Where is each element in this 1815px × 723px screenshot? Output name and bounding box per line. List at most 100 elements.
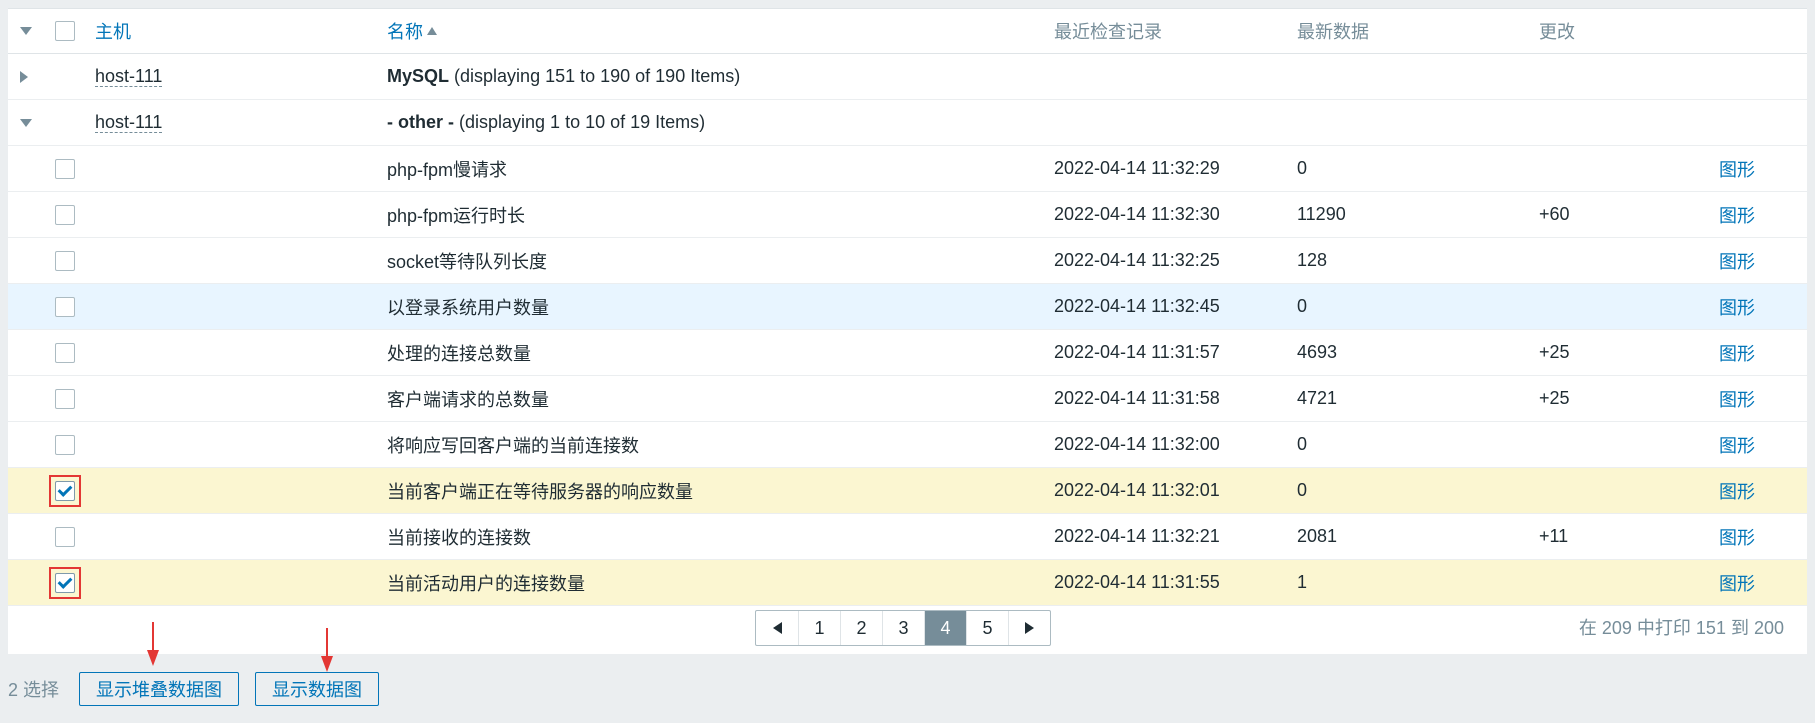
table-row: 处理的连接总数量 2022-04-14 11:31:57 4693 +25 图形: [8, 330, 1807, 376]
row-checkbox[interactable]: [55, 480, 75, 501]
item-name: 将响应写回客户端的当前连接数: [387, 435, 639, 456]
last-check-time: 2022-04-14 11:31:57: [1054, 342, 1220, 362]
row-checkbox[interactable]: [55, 526, 75, 547]
collapse-group-toggle[interactable]: [20, 100, 48, 145]
item-name: 当前接收的连接数: [387, 527, 531, 548]
change-value: +60: [1539, 204, 1570, 224]
triangle-down-icon: [20, 27, 32, 35]
last-check-time: 2022-04-14 11:32:21: [1054, 526, 1220, 546]
host-link[interactable]: host-111: [95, 112, 163, 133]
current-page-button[interactable]: 4: [924, 611, 966, 645]
last-value: 1: [1297, 572, 1308, 592]
last-value: 0: [1297, 296, 1308, 316]
host-link[interactable]: host-111: [95, 66, 163, 87]
group-row: host-111 - other - (displaying 1 to 10 o…: [8, 100, 1807, 146]
triangle-right-icon: [20, 70, 28, 83]
graph-link[interactable]: 图形: [1719, 146, 1755, 191]
selected-count: 2 选择: [8, 680, 60, 700]
row-checkbox[interactable]: [55, 250, 75, 271]
table-row: 客户端请求的总数量 2022-04-14 11:31:58 4721 +25 图…: [8, 376, 1807, 422]
graph-link[interactable]: 图形: [1719, 514, 1755, 559]
table-row: 当前活动用户的连接数量 2022-04-14 11:31:55 1 图形: [8, 560, 1807, 606]
pagination: 1 2 3 4 5: [755, 610, 1051, 646]
red-annotation-arrow: [321, 628, 333, 672]
graph-link[interactable]: 图形: [1719, 376, 1755, 421]
graph-link[interactable]: 图形: [1719, 468, 1755, 513]
next-page-button[interactable]: [1008, 611, 1050, 645]
group-label: - other - (displaying 1 to 10 of 19 Item…: [387, 112, 706, 132]
last-value: 128: [1297, 250, 1328, 270]
table-row: php-fpm运行时长 2022-04-14 11:32:30 11290 +6…: [8, 192, 1807, 238]
last-check-time: 2022-04-14 11:32:45: [1054, 296, 1220, 316]
last-value: 2081: [1297, 526, 1338, 546]
page-button[interactable]: 5: [966, 611, 1008, 645]
graph-link[interactable]: 图形: [1719, 238, 1755, 283]
change-value: +25: [1539, 342, 1570, 362]
sort-ascending-icon: [427, 27, 437, 35]
group-row: host-111 MySQL (displaying 151 to 190 of…: [8, 54, 1807, 100]
row-checkbox[interactable]: [55, 342, 75, 363]
change-column-header: 更改: [1539, 22, 1575, 42]
host-column-header[interactable]: 主机: [95, 9, 131, 53]
last-check-column-header: 最近检查记录: [1054, 22, 1162, 42]
expand-group-toggle[interactable]: [20, 54, 48, 99]
stacked-graph-button[interactable]: 显示堆叠数据图: [79, 672, 239, 706]
row-checkbox[interactable]: [55, 388, 75, 409]
row-checkbox[interactable]: [55, 158, 75, 179]
last-value-column-header: 最新数据: [1297, 22, 1369, 42]
row-checkbox[interactable]: [55, 296, 75, 317]
graph-link[interactable]: 图形: [1719, 560, 1755, 605]
collapse-all-toggle[interactable]: [20, 9, 48, 53]
table-row: 将响应写回客户端的当前连接数 2022-04-14 11:32:00 0 图形: [8, 422, 1807, 468]
row-checkbox[interactable]: [55, 434, 75, 455]
last-value: 4721: [1297, 388, 1338, 408]
group-label: MySQL (displaying 151 to 190 of 190 Item…: [387, 66, 741, 86]
pagination-stats: 在 209 中打印 151 到 200: [1578, 618, 1784, 638]
last-value: 0: [1297, 480, 1308, 500]
select-all-checkbox[interactable]: [55, 21, 75, 41]
item-name: 以登录系统用户数量: [387, 297, 549, 318]
item-name: php-fpm慢请求: [387, 159, 508, 180]
triangle-down-icon: [20, 118, 32, 127]
table-row: 当前客户端正在等待服务器的响应数量 2022-04-14 11:32:01 0 …: [8, 468, 1807, 514]
last-check-time: 2022-04-14 11:32:25: [1054, 250, 1220, 270]
graph-button[interactable]: 显示数据图: [255, 672, 379, 706]
last-value: 11290: [1297, 204, 1346, 224]
item-name: 处理的连接总数量: [387, 343, 531, 364]
last-check-time: 2022-04-14 11:32:00: [1054, 434, 1220, 454]
item-name: 当前活动用户的连接数量: [387, 573, 585, 594]
last-check-time: 2022-04-14 11:32:29: [1054, 158, 1220, 178]
last-value: 4693: [1297, 342, 1338, 362]
change-value: +11: [1539, 526, 1569, 546]
page-button[interactable]: 1: [798, 611, 840, 645]
change-value: +25: [1539, 388, 1570, 408]
table-row: 当前接收的连接数 2022-04-14 11:32:21 2081 +11 图形: [8, 514, 1807, 560]
last-check-time: 2022-04-14 11:31:55: [1054, 572, 1220, 592]
graph-link[interactable]: 图形: [1719, 284, 1755, 329]
last-check-time: 2022-04-14 11:31:58: [1054, 388, 1220, 408]
red-annotation-arrow: [147, 622, 159, 666]
row-checkbox[interactable]: [55, 572, 75, 593]
latest-data-table: 主机 名称 最近检查记录 最新数据 更改 host-111 MySQL (dis…: [8, 8, 1807, 654]
arrow-right-icon: [1025, 622, 1034, 634]
item-name: 客户端请求的总数量: [387, 389, 549, 410]
last-check-time: 2022-04-14 11:32:01: [1054, 480, 1220, 500]
graph-link[interactable]: 图形: [1719, 422, 1755, 467]
graph-link[interactable]: 图形: [1719, 192, 1755, 237]
graph-link[interactable]: 图形: [1719, 330, 1755, 375]
table-row: socket等待队列长度 2022-04-14 11:32:25 128 图形: [8, 238, 1807, 284]
table-row: 以登录系统用户数量 2022-04-14 11:32:45 0 图形: [8, 284, 1807, 330]
last-value: 0: [1297, 434, 1308, 454]
row-checkbox[interactable]: [55, 204, 75, 225]
arrow-left-icon: [772, 622, 782, 634]
item-name: socket等待队列长度: [387, 251, 548, 272]
page-button[interactable]: 2: [840, 611, 882, 645]
prev-page-button[interactable]: [756, 611, 798, 645]
page-button[interactable]: 3: [882, 611, 924, 645]
last-value: 0: [1297, 158, 1308, 178]
name-column-header[interactable]: 名称: [387, 9, 437, 53]
item-name: 当前客户端正在等待服务器的响应数量: [387, 481, 693, 502]
table-row: php-fpm慢请求 2022-04-14 11:32:29 0 图形: [8, 146, 1807, 192]
table-header: 主机 名称 最近检查记录 最新数据 更改: [8, 9, 1807, 55]
last-check-time: 2022-04-14 11:32:30: [1054, 204, 1220, 224]
